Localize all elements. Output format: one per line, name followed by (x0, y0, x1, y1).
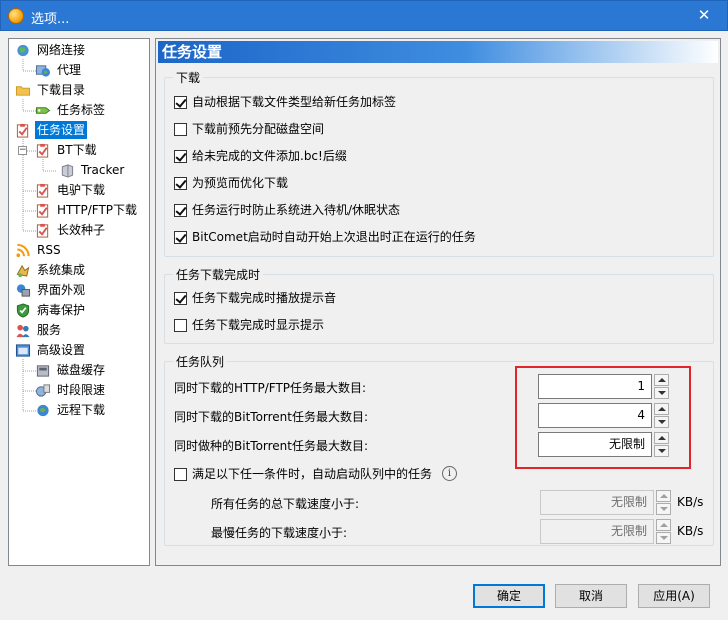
spin-down-icon (656, 503, 671, 515)
server-icon (61, 164, 74, 178)
checkbox-box[interactable] (174, 231, 187, 244)
remote-globe-icon (37, 404, 49, 417)
slowest-speed-input: 无限制 (540, 519, 654, 544)
tree-item-label: 磁盘缓存 (57, 363, 106, 377)
tree-item-label: RSS (37, 243, 61, 257)
complete-group: 任务下载完成时 任务下载完成时播放提示音 任务下载完成时显示提示 (164, 266, 714, 344)
checkbox-box[interactable] (174, 204, 187, 217)
tree-item-label: 远程下载 (57, 403, 106, 417)
group-title: 任务下载完成时 (173, 266, 264, 283)
download-group: 下载 自动根据下载文件类型给新任务加标签 下载前预先分配磁盘空间 给未完成的文件… (164, 69, 714, 257)
checkbox-box[interactable] (174, 319, 187, 332)
tree-item-label: 病毒保护 (37, 303, 86, 317)
settings-content: 任务设置 下载 自动根据下载文件类型给新任务加标签 下载前预先分配磁盘空间 给未… (155, 38, 721, 566)
cancel-button[interactable]: 取消 (555, 584, 627, 608)
expander-bt-download[interactable]: − (18, 146, 27, 155)
checkbox-label: BitComet启动时自动开始上次退出时正在运行的任务 (192, 230, 476, 244)
checkbox-label: 自动根据下载文件类型给新任务加标签 (192, 95, 397, 109)
total-speed-stepper: 无限制 (540, 490, 671, 515)
apply-button[interactable]: 应用(A) (638, 584, 710, 608)
spin-up-icon (656, 490, 671, 502)
slowest-speed-stepper: 无限制 (540, 519, 671, 544)
checkbox-label: 任务运行时防止系统进入待机/休眠状态 (192, 203, 401, 217)
checkbox-box[interactable] (174, 292, 187, 305)
tree-item-label: Tracker (81, 163, 125, 177)
highlight-box (515, 366, 691, 469)
info-icon[interactable]: i (442, 466, 457, 481)
group-title: 下载 (173, 69, 204, 86)
close-icon[interactable]: ✕ (681, 1, 727, 30)
max-http-ftp-label: 同时下载的HTTP/FTP任务最大数目: (174, 381, 367, 395)
shield-icon (16, 303, 30, 318)
ok-button[interactable]: 确定 (473, 584, 545, 608)
checkbox-label: 满足以下任一条件时，自动启动队列中的任务 (192, 467, 433, 481)
title-bar: 选项... ✕ (0, 0, 728, 31)
tree-item-label: BT下载 (57, 143, 97, 157)
checkbox-box[interactable] (174, 96, 187, 109)
checkbox-label: 给未完成的文件添加.bc!后缀 (192, 149, 347, 163)
disk-icon (36, 365, 50, 377)
slowest-speed-label: 最慢任务的下载速度小于: (211, 526, 348, 540)
checkbox-box[interactable] (174, 150, 187, 163)
tree-item-label: 系统集成 (37, 263, 86, 277)
bitcomet-app-icon (8, 8, 24, 24)
tree-item-label: 任务设置 (35, 121, 88, 139)
tree-item-label: 时段限速 (57, 383, 106, 397)
checkbox-label: 任务下载完成时播放提示音 (192, 291, 337, 305)
advanced-icon (15, 344, 31, 357)
clipboard-icon (36, 223, 49, 238)
max-bt-seed-label: 同时做种的BitTorrent任务最大数目: (174, 439, 369, 453)
speed-limit-icon (35, 384, 51, 397)
checkbox-box[interactable] (174, 123, 187, 136)
tree-item-label: 电驴下载 (57, 183, 106, 197)
appearance-icon (16, 284, 31, 297)
tree-item-label: 任务标签 (57, 103, 106, 117)
max-bt-download-label: 同时下载的BitTorrent任务最大数目: (174, 410, 369, 424)
page-title: 任务设置 (158, 41, 718, 63)
clipboard-icon (36, 143, 49, 158)
proxy-globe-icon (35, 65, 51, 77)
integration-icon (16, 264, 30, 278)
checkbox-label: 任务下载完成时显示提示 (192, 318, 325, 332)
folder-icon (15, 86, 31, 96)
checkbox-box[interactable] (174, 177, 187, 190)
tree-item-label: HTTP/FTP下载 (57, 203, 138, 217)
clipboard-icon (36, 203, 49, 218)
spin-down-icon (656, 532, 671, 544)
globe-network-icon (17, 44, 29, 57)
tree-item-label: 界面外观 (37, 283, 86, 297)
users-icon (16, 324, 30, 338)
tree-item-label: 服务 (37, 323, 62, 337)
tree-item-label: 代理 (57, 63, 82, 77)
clipboard-icon (16, 123, 29, 138)
settings-tree[interactable]: − 网络连接 代理 下载目录 任务标签 任务设置 BT下载 Tracker 电驴… (8, 38, 150, 566)
unit-label: KB/s (677, 495, 704, 509)
checkbox-label: 为预览而优化下载 (192, 176, 289, 190)
rss-icon (16, 243, 30, 258)
checkbox-box[interactable] (174, 468, 187, 481)
window-title: 选项... (31, 12, 70, 27)
tree-item-label: 下载目录 (37, 83, 86, 97)
checkbox-label: 下载前预先分配磁盘空间 (192, 122, 325, 136)
tag-icon (35, 107, 51, 114)
clipboard-icon (36, 183, 49, 198)
spin-up-icon (656, 519, 671, 531)
total-speed-label: 所有任务的总下载速度小于: (211, 497, 360, 511)
tree-item-label: 长效种子 (57, 223, 106, 237)
total-speed-input: 无限制 (540, 490, 654, 515)
unit-label: KB/s (677, 524, 704, 538)
group-title: 任务队列 (173, 353, 228, 370)
tree-item-label: 网络连接 (37, 43, 86, 57)
tree-item-label: 高级设置 (37, 343, 86, 357)
